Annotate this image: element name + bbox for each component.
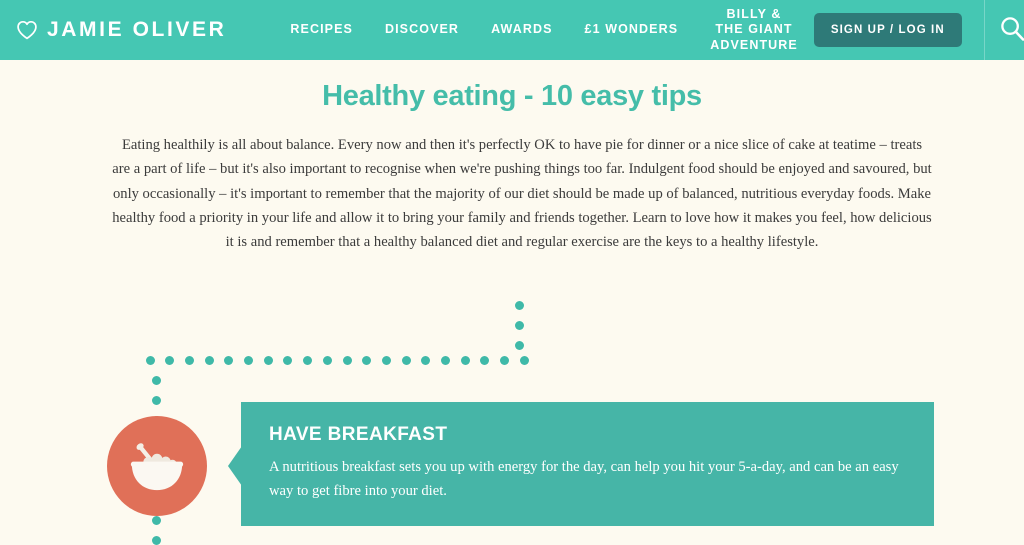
page-title: Healthy eating - 10 easy tips xyxy=(322,80,702,112)
connector-dot xyxy=(362,355,372,365)
tip-card: HAVE BREAKFAST A nutritious breakfast se… xyxy=(241,402,934,526)
connector-dot xyxy=(421,355,431,365)
connector-dot xyxy=(224,355,234,365)
connector-dot xyxy=(519,355,529,365)
connector-dot xyxy=(322,355,332,365)
heart-outline-icon xyxy=(16,20,38,40)
nav-item-awards[interactable]: AWARDS xyxy=(475,22,568,38)
nav-item-recipes[interactable]: RECIPES xyxy=(274,22,369,38)
connector-dot xyxy=(381,355,391,365)
connector-dot xyxy=(151,535,161,545)
connector-dot xyxy=(441,355,450,365)
search-button[interactable] xyxy=(985,0,1024,60)
connector-dot xyxy=(514,300,524,310)
nav-item-billy-and-the-giant-adventure[interactable]: BILLY & THE GIANT ADVENTURE xyxy=(694,7,814,54)
tip-title: HAVE BREAKFAST xyxy=(269,424,448,445)
connector-dot xyxy=(244,355,253,365)
intro-paragraph: Eating healthily is all about balance. E… xyxy=(112,137,932,251)
connector-dot xyxy=(145,355,155,365)
connector-dot xyxy=(500,355,510,365)
main-navigation: RECIPES DISCOVER AWARDS £1 WONDERS BILLY… xyxy=(274,7,813,54)
connector-dot xyxy=(184,355,194,365)
connector-dot xyxy=(283,355,293,365)
tip-icon-badge xyxy=(107,416,207,516)
tip-body: A nutritious breakfast sets you up with … xyxy=(269,459,899,499)
site-header: JAMIE OLIVER RECIPES DISCOVER AWARDS £1 … xyxy=(0,0,1024,60)
tip-card-notch xyxy=(228,446,242,486)
signup-login-button[interactable]: SIGN UP / LOG IN xyxy=(813,13,962,47)
connector-dot xyxy=(401,355,411,365)
connector-dot xyxy=(514,340,524,350)
connector-dot xyxy=(151,515,161,525)
connector-dot xyxy=(514,320,524,330)
nav-item-discover[interactable]: DISCOVER xyxy=(369,22,475,38)
connector-dot xyxy=(165,355,175,365)
search-icon xyxy=(999,15,1024,45)
connector-dot xyxy=(303,355,313,365)
connector-dot xyxy=(480,355,490,365)
connector-dot xyxy=(151,375,161,385)
connector-dot xyxy=(460,355,470,365)
brand-logo[interactable]: JAMIE OLIVER xyxy=(16,18,226,42)
nav-item-one-pound-wonders[interactable]: £1 WONDERS xyxy=(569,22,695,38)
cereal-bowl-icon xyxy=(122,434,192,499)
connector-dot xyxy=(263,355,273,365)
connector-dot xyxy=(342,355,352,365)
brand-wordmark: JAMIE OLIVER xyxy=(47,18,227,41)
connector-dot xyxy=(151,395,161,405)
connector-dot xyxy=(204,355,214,365)
